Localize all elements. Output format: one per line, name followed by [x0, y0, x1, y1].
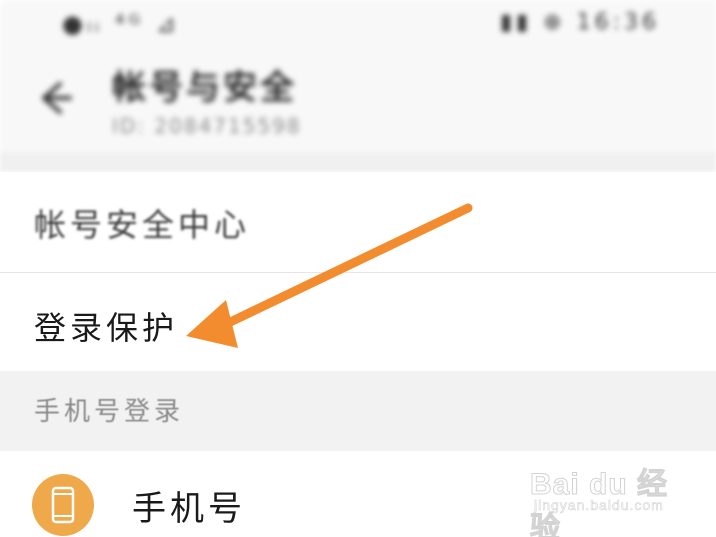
status-left: ●ₗᵢ ⁴ᴳ ⊿ [62, 10, 180, 38]
back-arrow-icon[interactable] [30, 76, 74, 120]
section-spacer [0, 152, 716, 172]
phone-login-section-label: 手机号登录 [34, 397, 185, 427]
status-bar: ●ₗᵢ ⁴ᴳ ⊿ ▮▮ ⊕ 16:36 [0, 0, 716, 46]
baidu-jingyan-watermark: Bai du 经验 jingyan.baidu.com [530, 459, 690, 537]
screen: ●ₗᵢ ⁴ᴳ ⊿ ▮▮ ⊕ 16:36 帐号与安全 ID: 2084715598… [0, 0, 716, 537]
login-protection-label: 登录保护 [34, 309, 179, 347]
status-right: ▮▮ ⊕ 16:36 [499, 10, 660, 35]
phone-login-section-header: 手机号登录 [0, 371, 716, 451]
phone-number-label: 手机号 [132, 489, 246, 529]
page-title: 帐号与安全 [112, 68, 297, 108]
account-security-center-label: 帐号安全中心 [34, 206, 251, 244]
phone-icon [32, 474, 94, 536]
watermark-url: jingyan.baidu.com [534, 497, 664, 514]
account-security-center-item[interactable]: 帐号安全中心 [0, 172, 716, 272]
blurred-header: ●ₗᵢ ⁴ᴳ ⊿ ▮▮ ⊕ 16:36 帐号与安全 ID: 2084715598 [0, 0, 716, 160]
page-subtitle: ID: 2084715598 [112, 114, 302, 138]
login-protection-item[interactable]: 登录保护 [0, 273, 716, 371]
